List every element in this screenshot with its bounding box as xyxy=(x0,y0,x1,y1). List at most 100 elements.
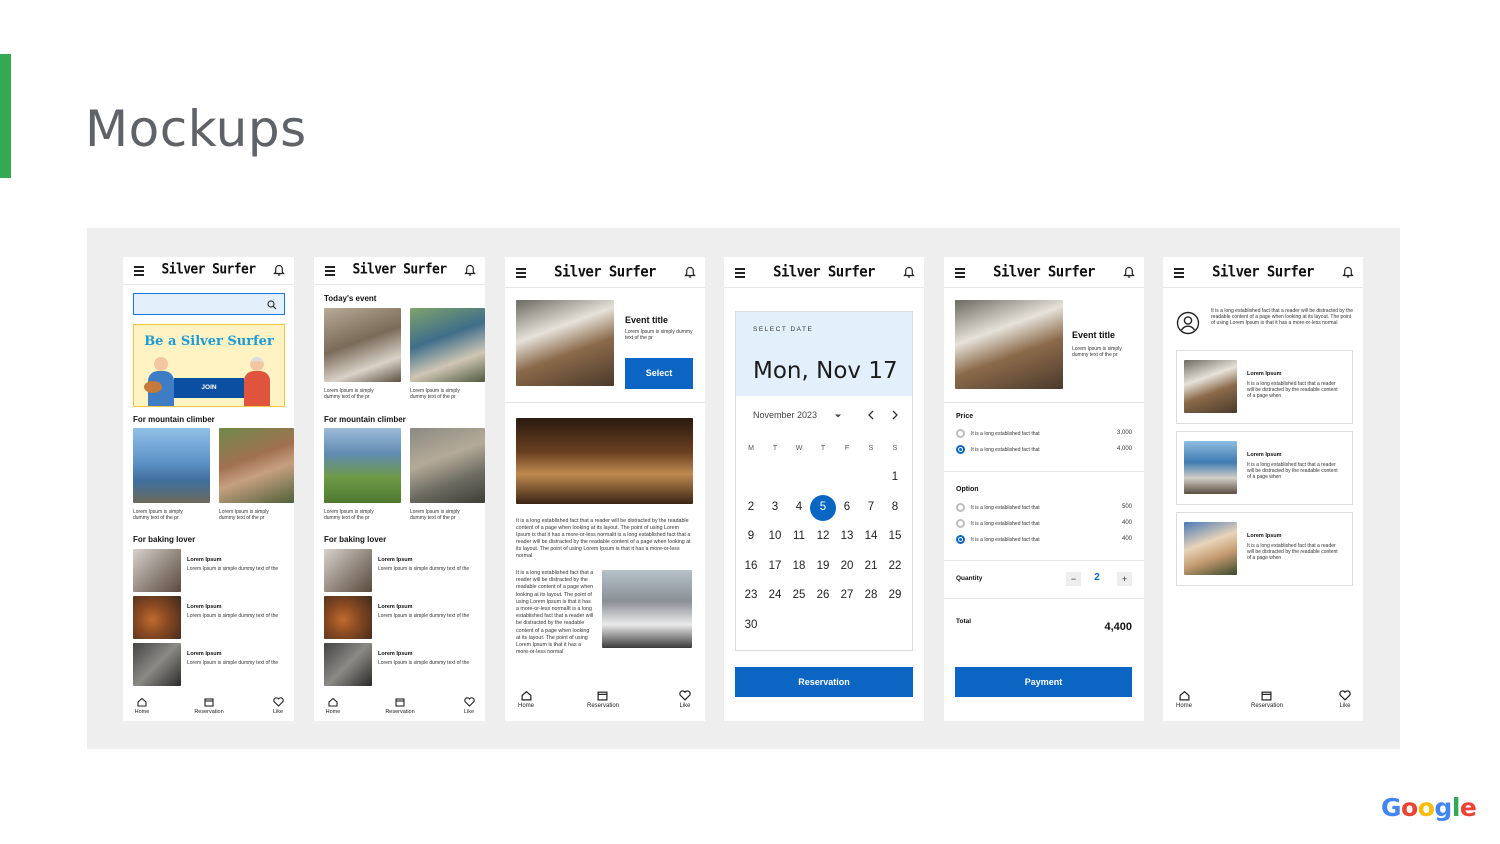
calendar-day[interactable]: 18 xyxy=(790,560,808,572)
card-1[interactable]: Lorem Ipsum It is a long established fac… xyxy=(1176,350,1353,424)
calendar-day[interactable]: 17 xyxy=(766,560,784,572)
photo-baking-2[interactable] xyxy=(133,596,181,639)
nav-like[interactable]: Like xyxy=(670,690,700,709)
bell-icon[interactable] xyxy=(464,264,476,277)
nav-reservation[interactable]: Reservation xyxy=(587,690,619,709)
section-baking: For baking lover xyxy=(133,535,196,544)
calendar-day[interactable]: 20 xyxy=(838,560,856,572)
option-radio-3[interactable] xyxy=(956,535,965,544)
calendar-day[interactable]: 1 xyxy=(886,471,904,483)
calendar-day[interactable]: 15 xyxy=(886,530,904,542)
calendar-day[interactable]: 28 xyxy=(862,589,880,601)
search-input[interactable] xyxy=(133,293,285,315)
card-2[interactable]: Lorem Ipsum It is a long established fac… xyxy=(1176,431,1353,505)
option-radio-2[interactable] xyxy=(956,519,965,528)
photo-event-1[interactable] xyxy=(324,308,401,382)
calendar-day[interactable]: 19 xyxy=(814,560,832,572)
join-banner[interactable]: Be a Silver Surfer JOIN xyxy=(133,324,285,407)
photo-picnic[interactable] xyxy=(324,428,401,503)
calendar-day[interactable]: 3 xyxy=(766,501,784,513)
calendar-day[interactable]: 7 xyxy=(862,501,880,513)
calendar-day[interactable]: 13 xyxy=(838,530,856,542)
photo-baking-3[interactable] xyxy=(133,643,181,686)
app-brand: Silver Surfer xyxy=(993,263,1095,281)
calendar-day[interactable]: 10 xyxy=(766,530,784,542)
payment-button[interactable]: Payment xyxy=(955,667,1132,697)
bell-icon[interactable] xyxy=(684,266,696,279)
google-logo-letter: e xyxy=(1459,793,1477,822)
quantity-minus-button[interactable]: − xyxy=(1066,572,1081,586)
user-avatar-icon[interactable] xyxy=(1176,311,1200,335)
calendar-day[interactable]: 23 xyxy=(742,589,760,601)
nav-reservation[interactable]: Reservation xyxy=(1251,690,1283,709)
nav-like[interactable]: Like xyxy=(1330,690,1360,709)
google-logo-letter: G xyxy=(1381,793,1402,822)
calendar-day[interactable]: 14 xyxy=(862,530,880,542)
nav-like[interactable]: Like xyxy=(263,697,293,715)
calendar-day[interactable]: 21 xyxy=(862,560,880,572)
calendar-day[interactable]: 2 xyxy=(742,501,760,513)
nav-home[interactable]: Home xyxy=(1169,690,1199,709)
calendar-day[interactable]: 16 xyxy=(742,560,760,572)
calendar-day[interactable]: 4 xyxy=(790,501,808,513)
bell-icon[interactable] xyxy=(1342,266,1354,279)
calendar-day[interactable]: 30 xyxy=(742,619,760,631)
item-text-2: Lorem Ipsum is simple dummy text of the xyxy=(378,613,470,619)
calendar-day[interactable]: 11 xyxy=(790,530,808,542)
calendar-day[interactable]: 24 xyxy=(766,589,784,601)
card-3[interactable]: Lorem Ipsum It is a long established fac… xyxy=(1176,512,1353,586)
photo-baking-1[interactable] xyxy=(133,549,181,592)
photo-baking-2[interactable] xyxy=(324,596,372,639)
calendar-day[interactable]: 26 xyxy=(814,589,832,601)
divider xyxy=(505,402,705,403)
calendar-day[interactable]: 22 xyxy=(886,560,904,572)
option-radio-1[interactable] xyxy=(956,503,965,512)
calendar-day[interactable]: 12 xyxy=(814,530,832,542)
photo-hikers[interactable] xyxy=(219,428,294,503)
option-value-2: 400 xyxy=(1121,520,1132,526)
nav-home[interactable]: Home xyxy=(318,697,348,715)
quantity-plus-button[interactable]: + xyxy=(1117,572,1132,586)
nav-like[interactable]: Like xyxy=(454,697,484,715)
card-text-2: It is a long established fact that a rea… xyxy=(1247,462,1338,480)
bell-icon[interactable] xyxy=(1123,266,1135,279)
photo-baking-3[interactable] xyxy=(324,643,372,686)
bell-icon[interactable] xyxy=(903,266,915,279)
price-radio-2[interactable] xyxy=(956,445,965,454)
divider xyxy=(944,402,1144,403)
item-text-1: Lorem Ipsum is simple dummy text of the xyxy=(187,566,279,572)
select-button[interactable]: Select xyxy=(625,358,693,389)
nav-reservation[interactable]: Reservation xyxy=(194,697,224,715)
profile-intro: It is a long established fact that a rea… xyxy=(1211,308,1354,326)
photo-event-2[interactable] xyxy=(410,308,485,382)
nav-home[interactable]: Home xyxy=(127,697,157,715)
calendar-day[interactable]: 27 xyxy=(838,589,856,601)
nav-home[interactable]: Home xyxy=(511,690,541,709)
calendar-day[interactable]: 8 xyxy=(886,501,904,513)
calendar-day[interactable]: 25 xyxy=(790,589,808,601)
item-text-1: Lorem Ipsum is simple dummy text of the xyxy=(378,566,470,572)
mockup-date-picker-screen: Silver Surfer SELECT DATE Mon, Nov 17 No… xyxy=(724,257,924,721)
reservation-button[interactable]: Reservation xyxy=(735,667,913,697)
app-bar: Silver Surfer xyxy=(123,257,294,285)
calendar-day[interactable]: 29 xyxy=(886,589,904,601)
section-mountain: For mountain climber xyxy=(133,415,215,424)
photo-lake-couple[interactable] xyxy=(133,428,210,503)
photo-rock-climbers[interactable] xyxy=(410,428,485,503)
calendar-day[interactable]: 6 xyxy=(838,501,856,513)
join-button[interactable]: JOIN xyxy=(174,378,244,398)
calendar-grid: M T W T F S S 1 2 3 4 5 6 7 8 9 10 11 12 13 14 15 16 17 18 19 20 21… xyxy=(736,312,914,652)
card-title-3: Lorem Ipsum xyxy=(1247,533,1282,539)
calendar-day[interactable]: 9 xyxy=(742,530,760,542)
calendar-icon xyxy=(204,698,214,707)
calendar-day[interactable]: 5 xyxy=(814,501,832,513)
divider xyxy=(944,598,1144,599)
calendar-weekday: M xyxy=(748,445,754,452)
nav-reservation[interactable]: Reservation xyxy=(385,697,415,715)
item-title-3: Lorem Ipsum xyxy=(187,651,222,657)
price-radio-1[interactable] xyxy=(956,429,965,438)
search-icon xyxy=(267,300,277,310)
bell-icon[interactable] xyxy=(273,264,285,277)
total-value: 4,400 xyxy=(1104,621,1132,633)
photo-baking-1[interactable] xyxy=(324,549,372,592)
